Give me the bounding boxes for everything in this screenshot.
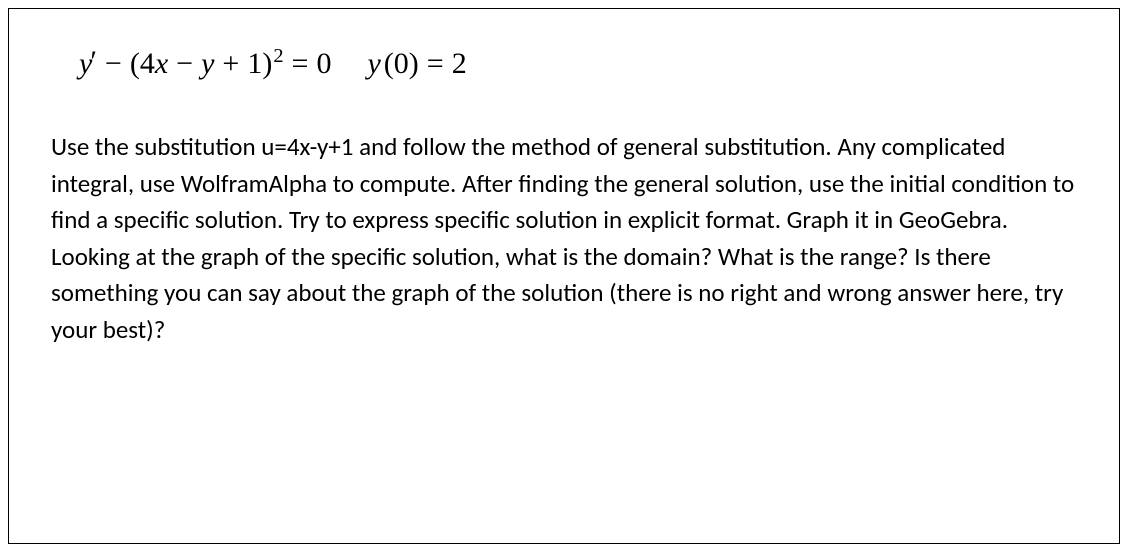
ic-var-y: y [367,47,380,81]
ic-two: 2 [452,47,467,81]
exponent-two: 2 [273,45,283,68]
ic-equals: = [427,47,444,81]
equals-sign: = [292,47,309,81]
minus-operator: − [105,47,122,81]
equation-row: y ′ − ( 4 x − y + 1 ) 2 = 0 y ( 0 ) = 2 [79,47,1077,81]
rhs-zero: 0 [316,47,331,81]
left-paren: ( [130,47,140,81]
ic-zero: 0 [394,47,409,81]
ic-right-paren: ) [409,47,419,81]
coef-four: 4 [140,47,155,81]
var-x: x [155,47,168,81]
var-y-2: y [201,47,214,81]
ic-left-paren: ( [384,47,394,81]
minus-operator-2: − [176,47,193,81]
initial-condition: y ( 0 ) = 2 [367,47,466,81]
ode-equation: y ′ − ( 4 x − y + 1 ) 2 = 0 [79,47,331,81]
instructions-text: Use the substitution u=4x-y+1 and follow… [51,129,1077,348]
plus-operator: + [222,47,239,81]
const-one: 1 [247,47,262,81]
right-paren: ) [262,47,272,81]
problem-box: y ′ − ( 4 x − y + 1 ) 2 = 0 y ( 0 ) = 2 … [8,8,1120,544]
prime-symbol: ′ [90,45,97,79]
